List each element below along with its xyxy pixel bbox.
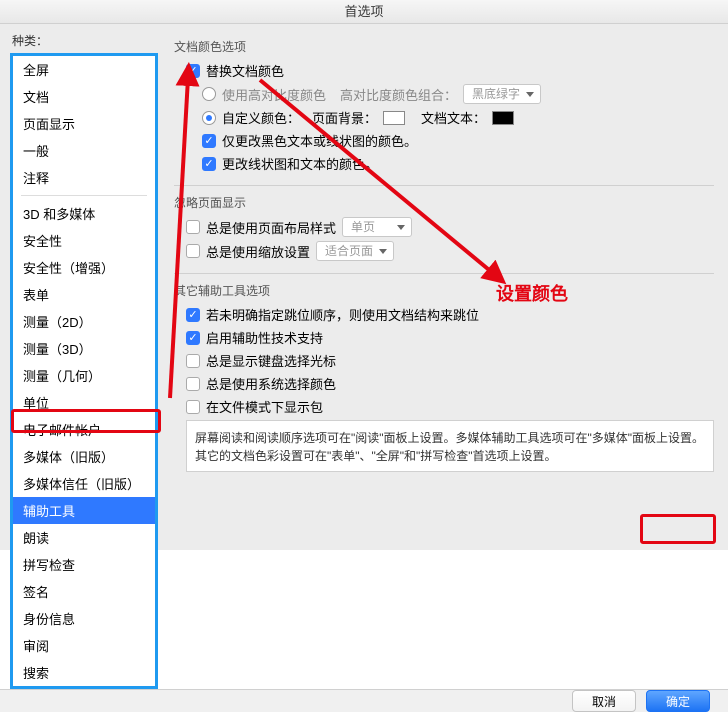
checkbox-only-black[interactable] (202, 134, 216, 148)
select-zoom: 适合页面 (316, 241, 394, 261)
label-page-bg: 页面背景： (312, 108, 377, 127)
label-high-contrast: 使用高对比度颜色 (222, 85, 326, 104)
sidebar-item[interactable]: 测量（2D） (13, 308, 155, 335)
select-hc-combo: 黑底绿字 (463, 84, 541, 104)
checkbox-use-zoom[interactable] (186, 244, 200, 258)
label-only-black: 仅更改黑色文本或线状图的颜色。 (222, 131, 417, 150)
checkbox-tab-order[interactable] (186, 308, 200, 322)
checkbox-change-line[interactable] (202, 157, 216, 171)
label-use-layout: 总是使用页面布局样式 (206, 218, 336, 237)
sidebar-heading: 种类： (10, 32, 158, 49)
sidebar-item[interactable]: 安全性（增强） (13, 254, 155, 281)
checkbox-replace-doc-color[interactable] (186, 64, 200, 78)
label-kb-cursor: 总是显示键盘选择光标 (206, 351, 336, 370)
sidebar-item[interactable]: 一般 (13, 137, 155, 164)
section-ignore-page-title: 忽略页面显示 (174, 194, 714, 211)
sidebar-item[interactable]: 签名 (13, 578, 155, 605)
checkbox-use-layout[interactable] (186, 220, 200, 234)
checkbox-file-mode[interactable] (186, 400, 200, 414)
label-enable-assist: 启用辅助性技术支持 (206, 328, 323, 347)
sidebar-item[interactable]: 朗读 (13, 524, 155, 551)
cancel-button[interactable]: 取消 (572, 690, 636, 712)
label-change-line: 更改线状图和文本的颜色。 (222, 154, 378, 173)
sidebar-divider (21, 195, 147, 196)
checkbox-sys-color[interactable] (186, 377, 200, 391)
sidebar-item[interactable]: 辅助工具 (13, 497, 155, 524)
label-sys-color: 总是使用系统选择颜色 (206, 374, 336, 393)
checkbox-enable-assist[interactable] (186, 331, 200, 345)
label-file-mode: 在文件模式下显示包 (206, 397, 323, 416)
swatch-page-bg[interactable] (383, 111, 405, 125)
label-hc-combo: 高对比度颜色组合： (340, 85, 457, 104)
sidebar-item[interactable]: 测量（3D） (13, 335, 155, 362)
label-custom-color: 自定义颜色： (222, 108, 300, 127)
label-replace-doc-color: 替换文档颜色 (206, 61, 284, 80)
radio-high-contrast[interactable] (202, 87, 216, 101)
sidebar-item[interactable]: 电子邮件帐户 (13, 416, 155, 443)
sidebar-item[interactable]: 文档 (13, 83, 155, 110)
sidebar-item[interactable]: 多媒体信任（旧版） (13, 470, 155, 497)
sidebar-item[interactable]: 全屏 (13, 56, 155, 83)
sidebar-item[interactable]: 搜索 (13, 659, 155, 686)
sidebar-item[interactable]: 测量（几何） (13, 362, 155, 389)
checkbox-kb-cursor[interactable] (186, 354, 200, 368)
section-other-acc-title: 其它辅助工具选项 (174, 282, 714, 299)
info-text: 屏幕阅读和阅读顺序选项可在"阅读"面板上设置。多媒体辅助工具选项可在"多媒体"面… (186, 420, 714, 472)
sidebar-item[interactable]: 表单 (13, 281, 155, 308)
sidebar-item[interactable]: 拼写检查 (13, 551, 155, 578)
label-tab-order: 若未明确指定跳位顺序，则使用文档结构来跳位 (206, 305, 479, 324)
radio-custom-color[interactable] (202, 111, 216, 125)
sidebar-item[interactable]: 审阅 (13, 632, 155, 659)
window-title: 首选项 (0, 0, 728, 24)
label-use-zoom: 总是使用缩放设置 (206, 242, 310, 261)
sidebar-item[interactable]: 安全性 (13, 227, 155, 254)
category-sidebar[interactable]: 全屏文档页面显示一般注释3D 和多媒体安全性安全性（增强）表单测量（2D）测量（… (10, 53, 158, 689)
section-doc-color-title: 文档颜色选项 (174, 38, 714, 55)
sidebar-item[interactable]: 身份信息 (13, 605, 155, 632)
sidebar-item[interactable]: 页面显示 (13, 110, 155, 137)
sidebar-item[interactable]: 3D 和多媒体 (13, 200, 155, 227)
ok-button[interactable]: 确定 (646, 690, 710, 712)
select-layout: 单页 (342, 217, 412, 237)
sidebar-item[interactable]: 单位 (13, 389, 155, 416)
sidebar-item[interactable]: 多媒体（旧版） (13, 443, 155, 470)
label-doc-text: 文档文本： (421, 108, 486, 127)
swatch-doc-text[interactable] (492, 111, 514, 125)
sidebar-item[interactable]: 注释 (13, 164, 155, 191)
